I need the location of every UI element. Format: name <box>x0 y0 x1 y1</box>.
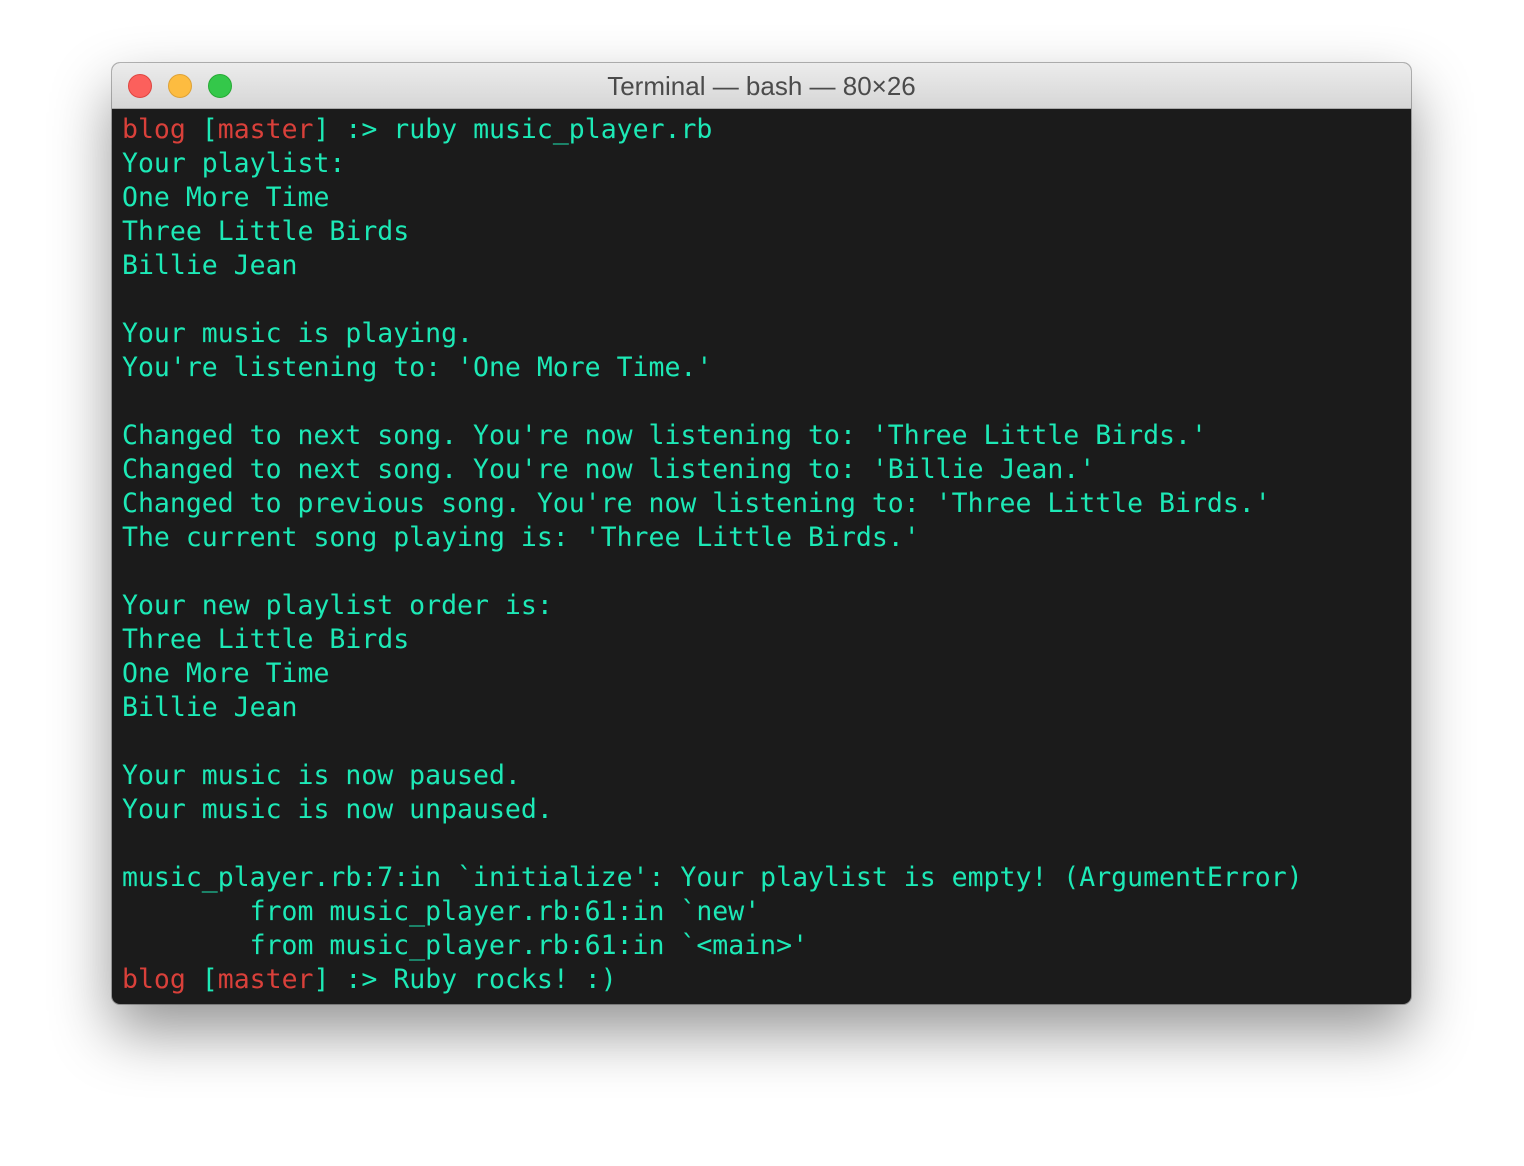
prompt-symbol: :> <box>329 964 394 995</box>
output-line: Three Little Birds <box>122 216 410 247</box>
prompt-bracket-open: [ <box>201 964 218 995</box>
prompt-bracket-close: ] <box>313 964 330 995</box>
output-line: Billie Jean <box>122 692 298 723</box>
prompt-symbol: :> <box>329 114 394 145</box>
output-line: Your new playlist order is: <box>122 590 553 621</box>
prompt-line: blog [master] :> ruby music_player.rb <box>122 113 1411 147</box>
output-line: Your music is now unpaused. <box>122 794 553 825</box>
output-line: Changed to next song. You're now listeni… <box>122 454 1096 485</box>
prompt-branch: master <box>217 964 314 995</box>
output-line: You're listening to: 'One More Time.' <box>122 352 713 383</box>
output-line: Your music is now paused. <box>122 760 521 791</box>
output-line: Three Little Birds <box>122 624 410 655</box>
output-line: Your music is playing. <box>122 318 473 349</box>
output-line: The current song playing is: 'Three Litt… <box>122 522 920 553</box>
terminal-window: Terminal — bash — 80×26 blog [master] :>… <box>112 63 1411 1004</box>
window-title: Terminal — bash — 80×26 <box>607 71 916 101</box>
prompt-branch: master <box>217 114 314 145</box>
command-text: ruby music_player.rb <box>393 114 713 145</box>
output-line: Changed to previous song. You're now lis… <box>122 488 1271 519</box>
output-line: Billie Jean <box>122 250 298 281</box>
prompt-bracket-open: [ <box>201 114 218 145</box>
output-line: from music_player.rb:61:in `new' <box>122 896 761 927</box>
terminal-screen[interactable]: blog [master] :> ruby music_player.rb Yo… <box>122 113 1411 1004</box>
prompt-dir: blog <box>122 114 186 145</box>
output-line: One More Time <box>122 182 330 213</box>
output-line: from music_player.rb:61:in `<main>' <box>122 930 809 961</box>
prompt-dir: blog <box>122 964 186 995</box>
output-line: One More Time <box>122 658 330 689</box>
output-line: Your playlist: <box>122 148 346 179</box>
command-input-text[interactable]: Ruby rocks! :) <box>393 964 616 995</box>
terminal-output: Your playlist: One More Time Three Little … <box>122 147 1411 963</box>
output-line: Changed to next song. You're now listeni… <box>122 420 1207 451</box>
title-bar[interactable]: Terminal — bash — 80×26 <box>112 63 1411 109</box>
prompt-bracket-close: ] <box>313 114 330 145</box>
output-line: music_player.rb:7:in `initialize': Your … <box>122 862 1303 893</box>
final-prompt-line[interactable]: blog [master] :> Ruby rocks! :) <box>122 963 1411 997</box>
